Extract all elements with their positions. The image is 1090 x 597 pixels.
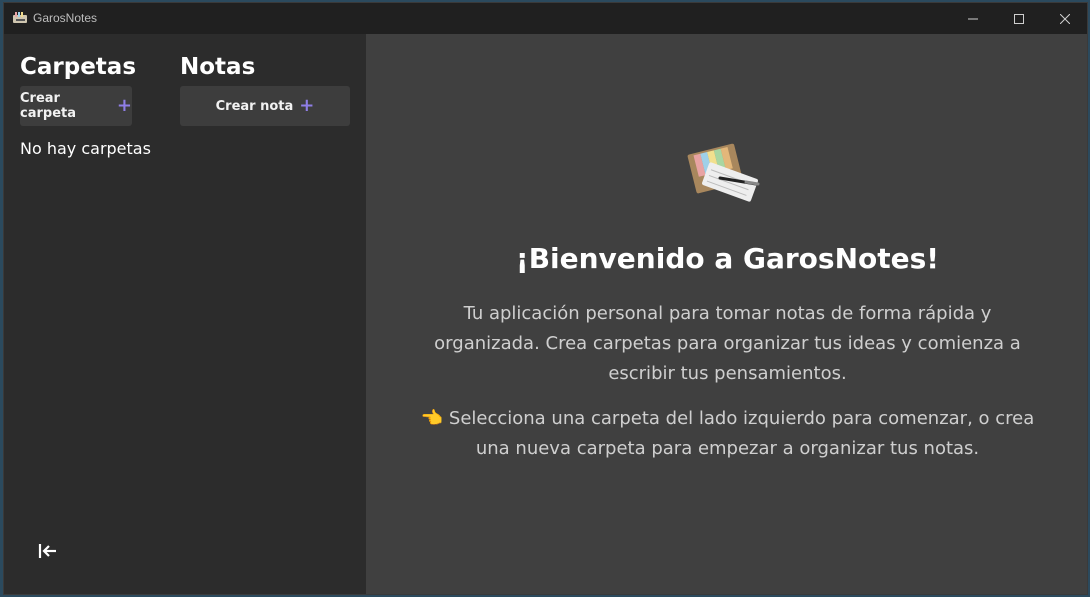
plus-icon: +	[116, 95, 132, 116]
maximize-icon	[1014, 13, 1024, 24]
main-panel: ¡Bienvenido a GarosNotes! Tu aplicación …	[366, 34, 1087, 594]
collapse-sidebar-icon[interactable]	[38, 542, 60, 560]
close-icon	[1060, 13, 1070, 24]
sidebar: Carpetas Notas Crear carpeta + Crear not…	[4, 34, 366, 594]
app-window: GarosNotes Carpetas Notas Crear carpeta …	[3, 2, 1088, 595]
title-bar[interactable]: GarosNotes	[4, 3, 1087, 34]
minimize-button[interactable]	[950, 3, 996, 34]
notes-heading: Notas	[180, 54, 256, 80]
close-button[interactable]	[1042, 3, 1087, 34]
minimize-icon	[968, 18, 978, 19]
create-note-button[interactable]: Crear nota +	[180, 86, 350, 126]
app-logo-icon	[13, 12, 27, 23]
welcome-title: ¡Bienvenido a GarosNotes!	[515, 242, 940, 275]
plus-icon: +	[299, 95, 315, 116]
maximize-button[interactable]	[996, 3, 1042, 34]
folders-heading: Carpetas	[20, 54, 137, 80]
create-folder-label: Crear carpeta	[20, 91, 76, 121]
instruction-text-block: 👈 Selecciona una carpeta del lado izquie…	[416, 404, 1039, 464]
window-title: GarosNotes	[33, 11, 98, 25]
pointing-hand-icon: 👈	[420, 408, 444, 429]
instruction-text: Selecciona una carpeta del lado izquierd…	[448, 408, 1035, 459]
create-folder-button[interactable]: Crear carpeta +	[20, 86, 132, 126]
create-note-label: Crear nota	[215, 98, 294, 114]
empty-folders-message: No hay carpetas	[20, 139, 151, 158]
app-description: Tu aplicación personal para tomar notas …	[434, 303, 1021, 384]
notebook-pen-icon	[687, 143, 760, 202]
